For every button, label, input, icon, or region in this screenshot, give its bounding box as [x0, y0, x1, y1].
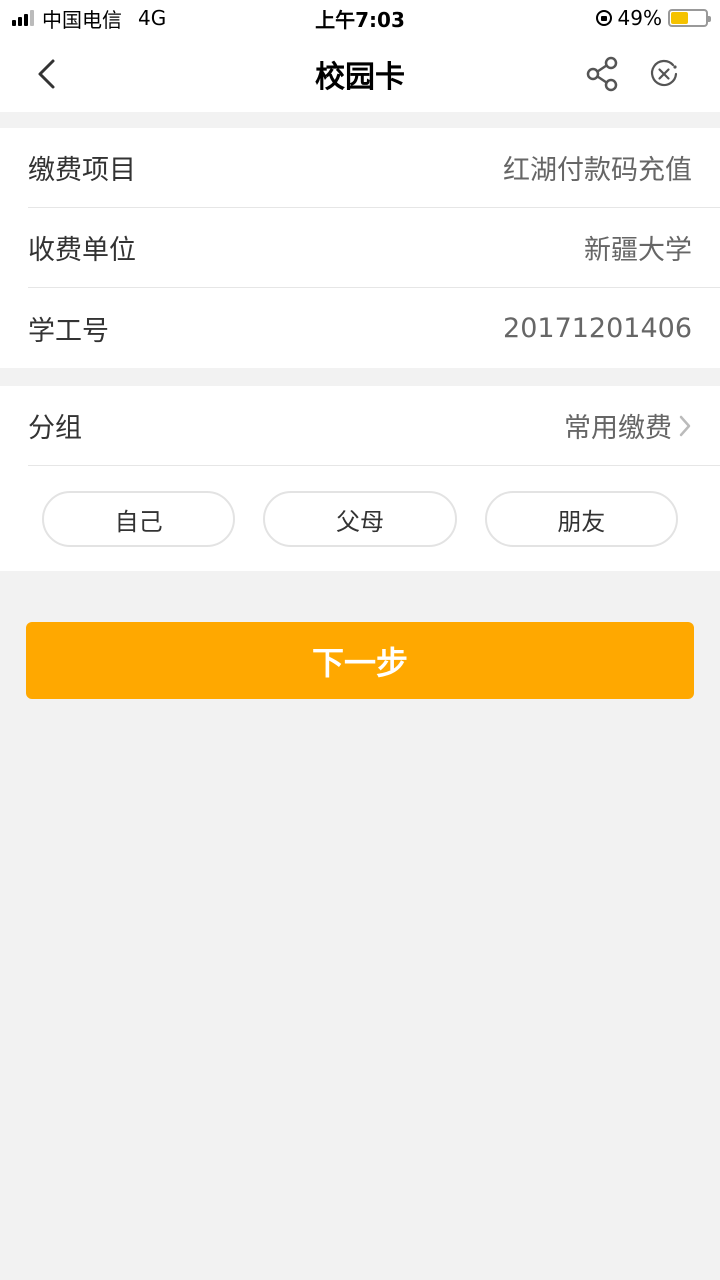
- nav-bar: 校园卡: [0, 36, 720, 112]
- status-bar: 中国电信 4G 上午7:03 49%: [0, 0, 720, 36]
- group-value-wrap: 常用缴费: [564, 406, 692, 445]
- rotation-lock-icon: [595, 10, 612, 26]
- battery-percent: 49%: [617, 6, 662, 30]
- info-value: 新疆大学: [584, 235, 692, 266]
- group-chips: 自己 父母 朋友: [0, 466, 720, 547]
- status-left: 中国电信 4G: [12, 4, 166, 33]
- group-value: 常用缴费: [564, 413, 672, 444]
- battery-icon: [668, 9, 711, 27]
- signal-icon: [12, 10, 34, 26]
- info-row-student-id: 学工号 20171201406: [28, 288, 720, 368]
- close-button[interactable]: [644, 54, 684, 94]
- share-button[interactable]: [582, 54, 622, 94]
- payment-info-section: 缴费项目 红湖付款码充值 收费单位 新疆大学 学工号 20171201406: [0, 128, 720, 368]
- back-button[interactable]: [28, 56, 64, 92]
- group-selector[interactable]: 分组 常用缴费: [28, 386, 720, 466]
- info-label: 学工号: [28, 315, 109, 347]
- info-label: 收费单位: [28, 235, 136, 266]
- group-section: 分组 常用缴费 自己 父母 朋友: [0, 386, 720, 571]
- chip-parents[interactable]: 父母: [263, 491, 457, 547]
- status-right: 49%: [595, 6, 711, 30]
- close-circle-icon: [650, 59, 678, 87]
- chevron-right-icon: [679, 415, 691, 436]
- next-step-button[interactable]: 下一步: [26, 622, 694, 699]
- battery-fill: [671, 12, 688, 24]
- chip-self[interactable]: 自己: [42, 491, 236, 547]
- network-type: 4G: [138, 6, 167, 30]
- info-label: 缴费项目: [28, 155, 136, 186]
- chip-friends[interactable]: 朋友: [484, 491, 678, 547]
- info-row-item: 缴费项目 红湖付款码充值: [28, 128, 720, 208]
- page-title: 校园卡: [315, 60, 405, 95]
- info-value: 20171201406: [503, 312, 692, 344]
- chevron-left-icon: [38, 59, 55, 89]
- carrier: 中国电信: [42, 7, 122, 32]
- group-label: 分组: [28, 413, 82, 444]
- info-row-payee: 收费单位 新疆大学: [28, 208, 720, 288]
- nav-actions: [582, 54, 684, 94]
- share-icon: [586, 56, 618, 92]
- info-value: 红湖付款码充值: [503, 155, 692, 186]
